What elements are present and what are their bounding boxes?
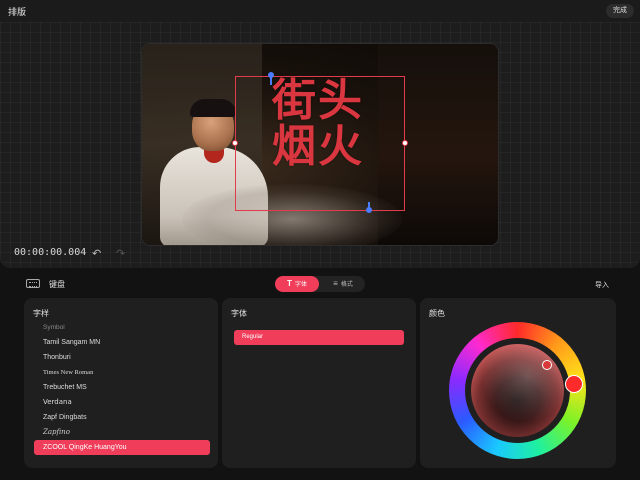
font-item[interactable]: Verdana (34, 395, 210, 410)
saturation-brightness-disc[interactable] (471, 344, 564, 437)
timecode: 00:00:00.004 (14, 247, 87, 258)
keyboard-label[interactable]: 键盘 (49, 279, 65, 290)
redo-icon[interactable]: ↷ (116, 247, 125, 260)
font-item[interactable]: Tamil Sangam MN (34, 335, 210, 350)
tab-format[interactable]: ≡ 格式 (321, 276, 365, 292)
tab-format-label: 格式 (340, 282, 353, 288)
font-item[interactable]: Trebuchet MS (34, 380, 210, 395)
font-variant-regular[interactable]: Regular (234, 330, 404, 345)
format-icon: ≡ (333, 279, 338, 288)
color-panel: 颜色 (420, 298, 616, 468)
import-button[interactable]: 导入 (595, 280, 609, 290)
saturation-brightness-knob[interactable] (542, 360, 552, 370)
font-style-panel-title: 字体 (231, 309, 247, 318)
keyboard-icon[interactable] (26, 279, 40, 288)
typeface-panel-title: 字样 (33, 309, 49, 318)
left-resize-handle[interactable] (232, 140, 238, 146)
font-item[interactable]: Times New Roman (34, 365, 210, 380)
font-style-panel: 字体 Regular (222, 298, 416, 468)
font-item-selected[interactable]: ZCOOL QingKe HuangYou (34, 440, 210, 455)
typeface-panel: 字样 Symbol Tamil Sangam MN Thonburi Times… (24, 298, 218, 468)
typeface-list: Symbol Tamil Sangam MN Thonburi Times Ne… (34, 320, 210, 455)
hue-knob[interactable] (565, 375, 583, 393)
tab-font[interactable]: T 字体 (275, 276, 319, 292)
tab-font-label: 字体 (294, 282, 307, 288)
text-icon: T (287, 279, 292, 288)
font-item[interactable]: Thonburi (34, 350, 210, 365)
page-title: 排版 (8, 7, 27, 17)
undo-icon[interactable]: ↶ (92, 247, 101, 260)
done-button[interactable]: 完成 (606, 4, 634, 18)
right-resize-handle[interactable] (402, 140, 408, 146)
person-hair (190, 99, 236, 117)
font-item[interactable]: Symbol (34, 320, 210, 335)
font-item[interactable]: Zapf Dingbats (34, 410, 210, 425)
overlay-text[interactable]: 街头烟火 (272, 78, 372, 170)
video-preview[interactable]: 街头烟火 (142, 44, 498, 245)
color-wheel[interactable] (449, 322, 586, 459)
font-item[interactable]: Zapfino (34, 425, 210, 440)
color-panel-title: 颜色 (429, 309, 445, 318)
tab-switcher: T 字体 ≡ 格式 (275, 276, 365, 292)
rotate-handle-bottom[interactable] (366, 207, 372, 213)
top-bar: 排版 完成 (0, 0, 640, 22)
